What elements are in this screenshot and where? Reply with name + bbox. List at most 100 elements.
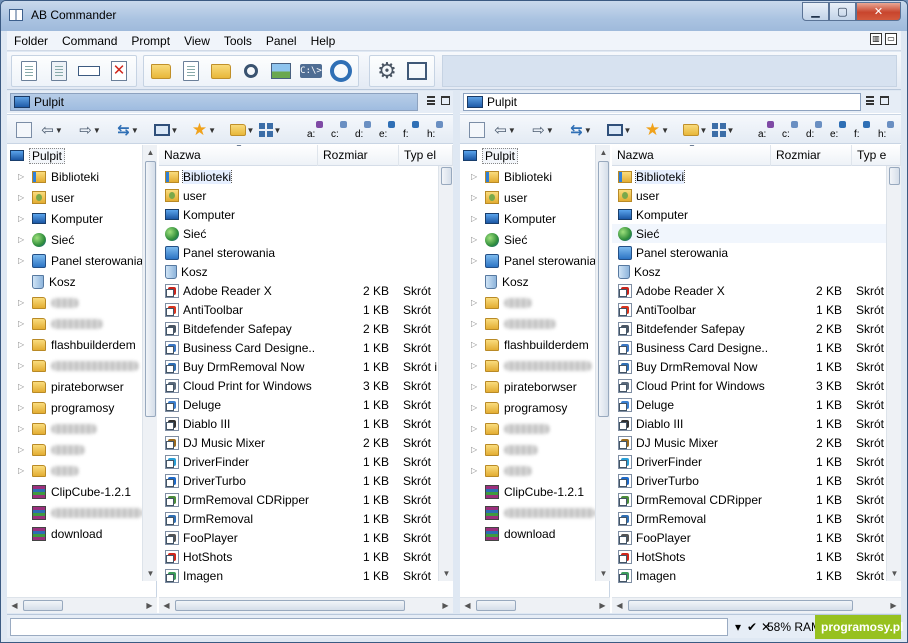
recent-folders-button[interactable]: ▼: [229, 120, 255, 140]
swap-panels-button[interactable]: ⇆ ▼: [115, 120, 141, 140]
file-row[interactable]: Sieć: [612, 224, 901, 243]
scroll-thumb[interactable]: [628, 600, 853, 611]
history-dropdown-icon[interactable]: ▾: [731, 619, 745, 635]
tree-item[interactable]: Kosz: [7, 271, 156, 292]
find-button[interactable]: [237, 57, 265, 85]
file-row[interactable]: FooPlayer 1 KB Skrót: [159, 528, 453, 547]
expand-arrow-icon[interactable]: ▷: [18, 193, 28, 202]
menu-panel[interactable]: Panel: [259, 34, 304, 48]
tree-item[interactable]: ClipCube-1.2.1: [460, 481, 609, 502]
tree-item[interactable]: ▷ programosy: [7, 397, 156, 418]
file-row[interactable]: Panel sterowania: [612, 243, 901, 262]
expand-arrow-icon[interactable]: ▷: [18, 214, 28, 223]
file-row[interactable]: Komputer: [159, 205, 453, 224]
drive-a-button[interactable]: a:: [756, 119, 780, 141]
file-row[interactable]: Cloud Print for Windows 3 KB Skrót: [612, 376, 901, 395]
scroll-up-icon[interactable]: ▲: [596, 145, 611, 160]
left-list-scrollbar[interactable]: ▼: [438, 166, 453, 581]
expand-arrow-icon[interactable]: ▷: [18, 235, 28, 244]
tree-item[interactable]: ▷: [460, 313, 609, 334]
expand-arrow-icon[interactable]: ▷: [471, 403, 481, 412]
file-row[interactable]: DJ Music Mixer 2 KB Skrót: [159, 433, 453, 452]
tree-item[interactable]: ▷ Panel sterowania: [460, 250, 609, 271]
column-header-type[interactable]: Typ e: [852, 145, 901, 166]
file-row[interactable]: Deluge 1 KB Skrót: [159, 395, 453, 414]
back-button[interactable]: ⇦ ▼: [492, 120, 518, 140]
recent-folders-button[interactable]: ▼: [682, 120, 708, 140]
minimize-button[interactable]: ▁: [802, 2, 829, 21]
drive-h-button[interactable]: h:: [425, 119, 449, 141]
drive-e-button[interactable]: e:: [377, 119, 401, 141]
drive-c-button[interactable]: c:: [329, 119, 353, 141]
tree-item[interactable]: ▷ pirateborwser: [7, 376, 156, 397]
tree-item[interactable]: ▷ Biblioteki: [460, 166, 609, 187]
file-row[interactable]: Imagen 1 KB Skrót: [159, 566, 453, 585]
command-prompt-button[interactable]: C:\>: [297, 57, 325, 85]
column-header-size[interactable]: Rozmiar: [771, 145, 852, 166]
right-list-hscrollbar[interactable]: ◀ ▶: [612, 597, 901, 613]
menu-prompt[interactable]: Prompt: [124, 34, 177, 48]
expand-arrow-icon[interactable]: ▷: [18, 382, 28, 391]
file-row[interactable]: FooPlayer 1 KB Skrót: [612, 528, 901, 547]
tree-item[interactable]: ▷: [7, 460, 156, 481]
scroll-down-icon[interactable]: ▼: [887, 566, 902, 581]
tree-item[interactable]: [7, 502, 156, 523]
expand-arrow-icon[interactable]: ▷: [471, 340, 481, 349]
tree-item[interactable]: ▷: [460, 292, 609, 313]
tree-item[interactable]: download: [460, 523, 609, 544]
expand-arrow-icon[interactable]: ▷: [471, 256, 481, 265]
sync-button[interactable]: [327, 57, 355, 85]
app-icon[interactable]: [9, 9, 23, 21]
drive-d-button[interactable]: d:: [804, 119, 828, 141]
scroll-thumb[interactable]: [175, 600, 405, 611]
tree-item[interactable]: Kosz: [460, 271, 609, 292]
tree-item[interactable]: ▷ Komputer: [7, 208, 156, 229]
file-row[interactable]: Biblioteki: [612, 167, 901, 186]
file-row[interactable]: Komputer: [612, 205, 901, 224]
close-button[interactable]: ✕: [856, 2, 901, 21]
expand-arrow-icon[interactable]: ▷: [471, 172, 481, 181]
title-bar[interactable]: AB Commander ▁ ▢ ✕: [1, 1, 907, 31]
scroll-right-icon[interactable]: ▶: [142, 598, 157, 613]
expand-arrow-icon[interactable]: ▷: [18, 319, 28, 328]
column-header-size[interactable]: Rozmiar: [318, 145, 399, 166]
tree-item[interactable]: ▷ Sieć: [7, 229, 156, 250]
run-command-icon[interactable]: ✔: [745, 619, 759, 635]
tree-item[interactable]: ▷ pirateborwser: [460, 376, 609, 397]
file-row[interactable]: Diablo III 1 KB Skrót: [159, 414, 453, 433]
desktop-button[interactable]: ▼: [153, 120, 179, 140]
expand-arrow-icon[interactable]: ▷: [18, 172, 28, 181]
panel-maximize-icon[interactable]: [441, 96, 450, 105]
tree-item[interactable]: [460, 502, 609, 523]
panel-menu-icon[interactable]: [427, 96, 435, 105]
panel-maximize-icon[interactable]: [880, 96, 889, 105]
menu-view[interactable]: View: [177, 34, 217, 48]
tree-item[interactable]: ClipCube-1.2.1: [7, 481, 156, 502]
expand-arrow-icon[interactable]: ▷: [471, 424, 481, 433]
drive-e-button[interactable]: e:: [828, 119, 852, 141]
copy-button[interactable]: [15, 57, 43, 85]
right-path-box[interactable]: Pulpit: [463, 93, 861, 111]
panel-menu-icon[interactable]: [866, 96, 874, 105]
column-header-type[interactable]: Typ el: [399, 145, 453, 166]
copy-to-button[interactable]: [45, 57, 73, 85]
drive-a-button[interactable]: a:: [305, 119, 329, 141]
scroll-down-icon[interactable]: ▼: [439, 566, 454, 581]
column-header-name[interactable]: Nazwa: [612, 145, 771, 166]
scroll-thumb[interactable]: [23, 600, 63, 611]
left-path-box[interactable]: Pulpit: [10, 93, 418, 111]
expand-arrow-icon[interactable]: ▷: [18, 445, 28, 454]
scroll-thumb[interactable]: [476, 600, 516, 611]
up-folder-button[interactable]: [11, 120, 37, 140]
tree-item[interactable]: ▷ Sieć: [460, 229, 609, 250]
file-row[interactable]: DriverTurbo 1 KB Skrót: [159, 471, 453, 490]
tree-item[interactable]: ▷: [460, 418, 609, 439]
rename-button[interactable]: [75, 57, 103, 85]
expand-arrow-icon[interactable]: ▷: [471, 319, 481, 328]
expand-arrow-icon[interactable]: ▷: [18, 256, 28, 265]
file-row[interactable]: Biblioteki: [159, 167, 453, 186]
scroll-down-icon[interactable]: ▼: [596, 566, 611, 581]
split-view-icon[interactable]: ▥: [870, 33, 882, 45]
file-row[interactable]: HotShots 1 KB Skrót: [159, 547, 453, 566]
expand-arrow-icon[interactable]: ▷: [471, 466, 481, 475]
